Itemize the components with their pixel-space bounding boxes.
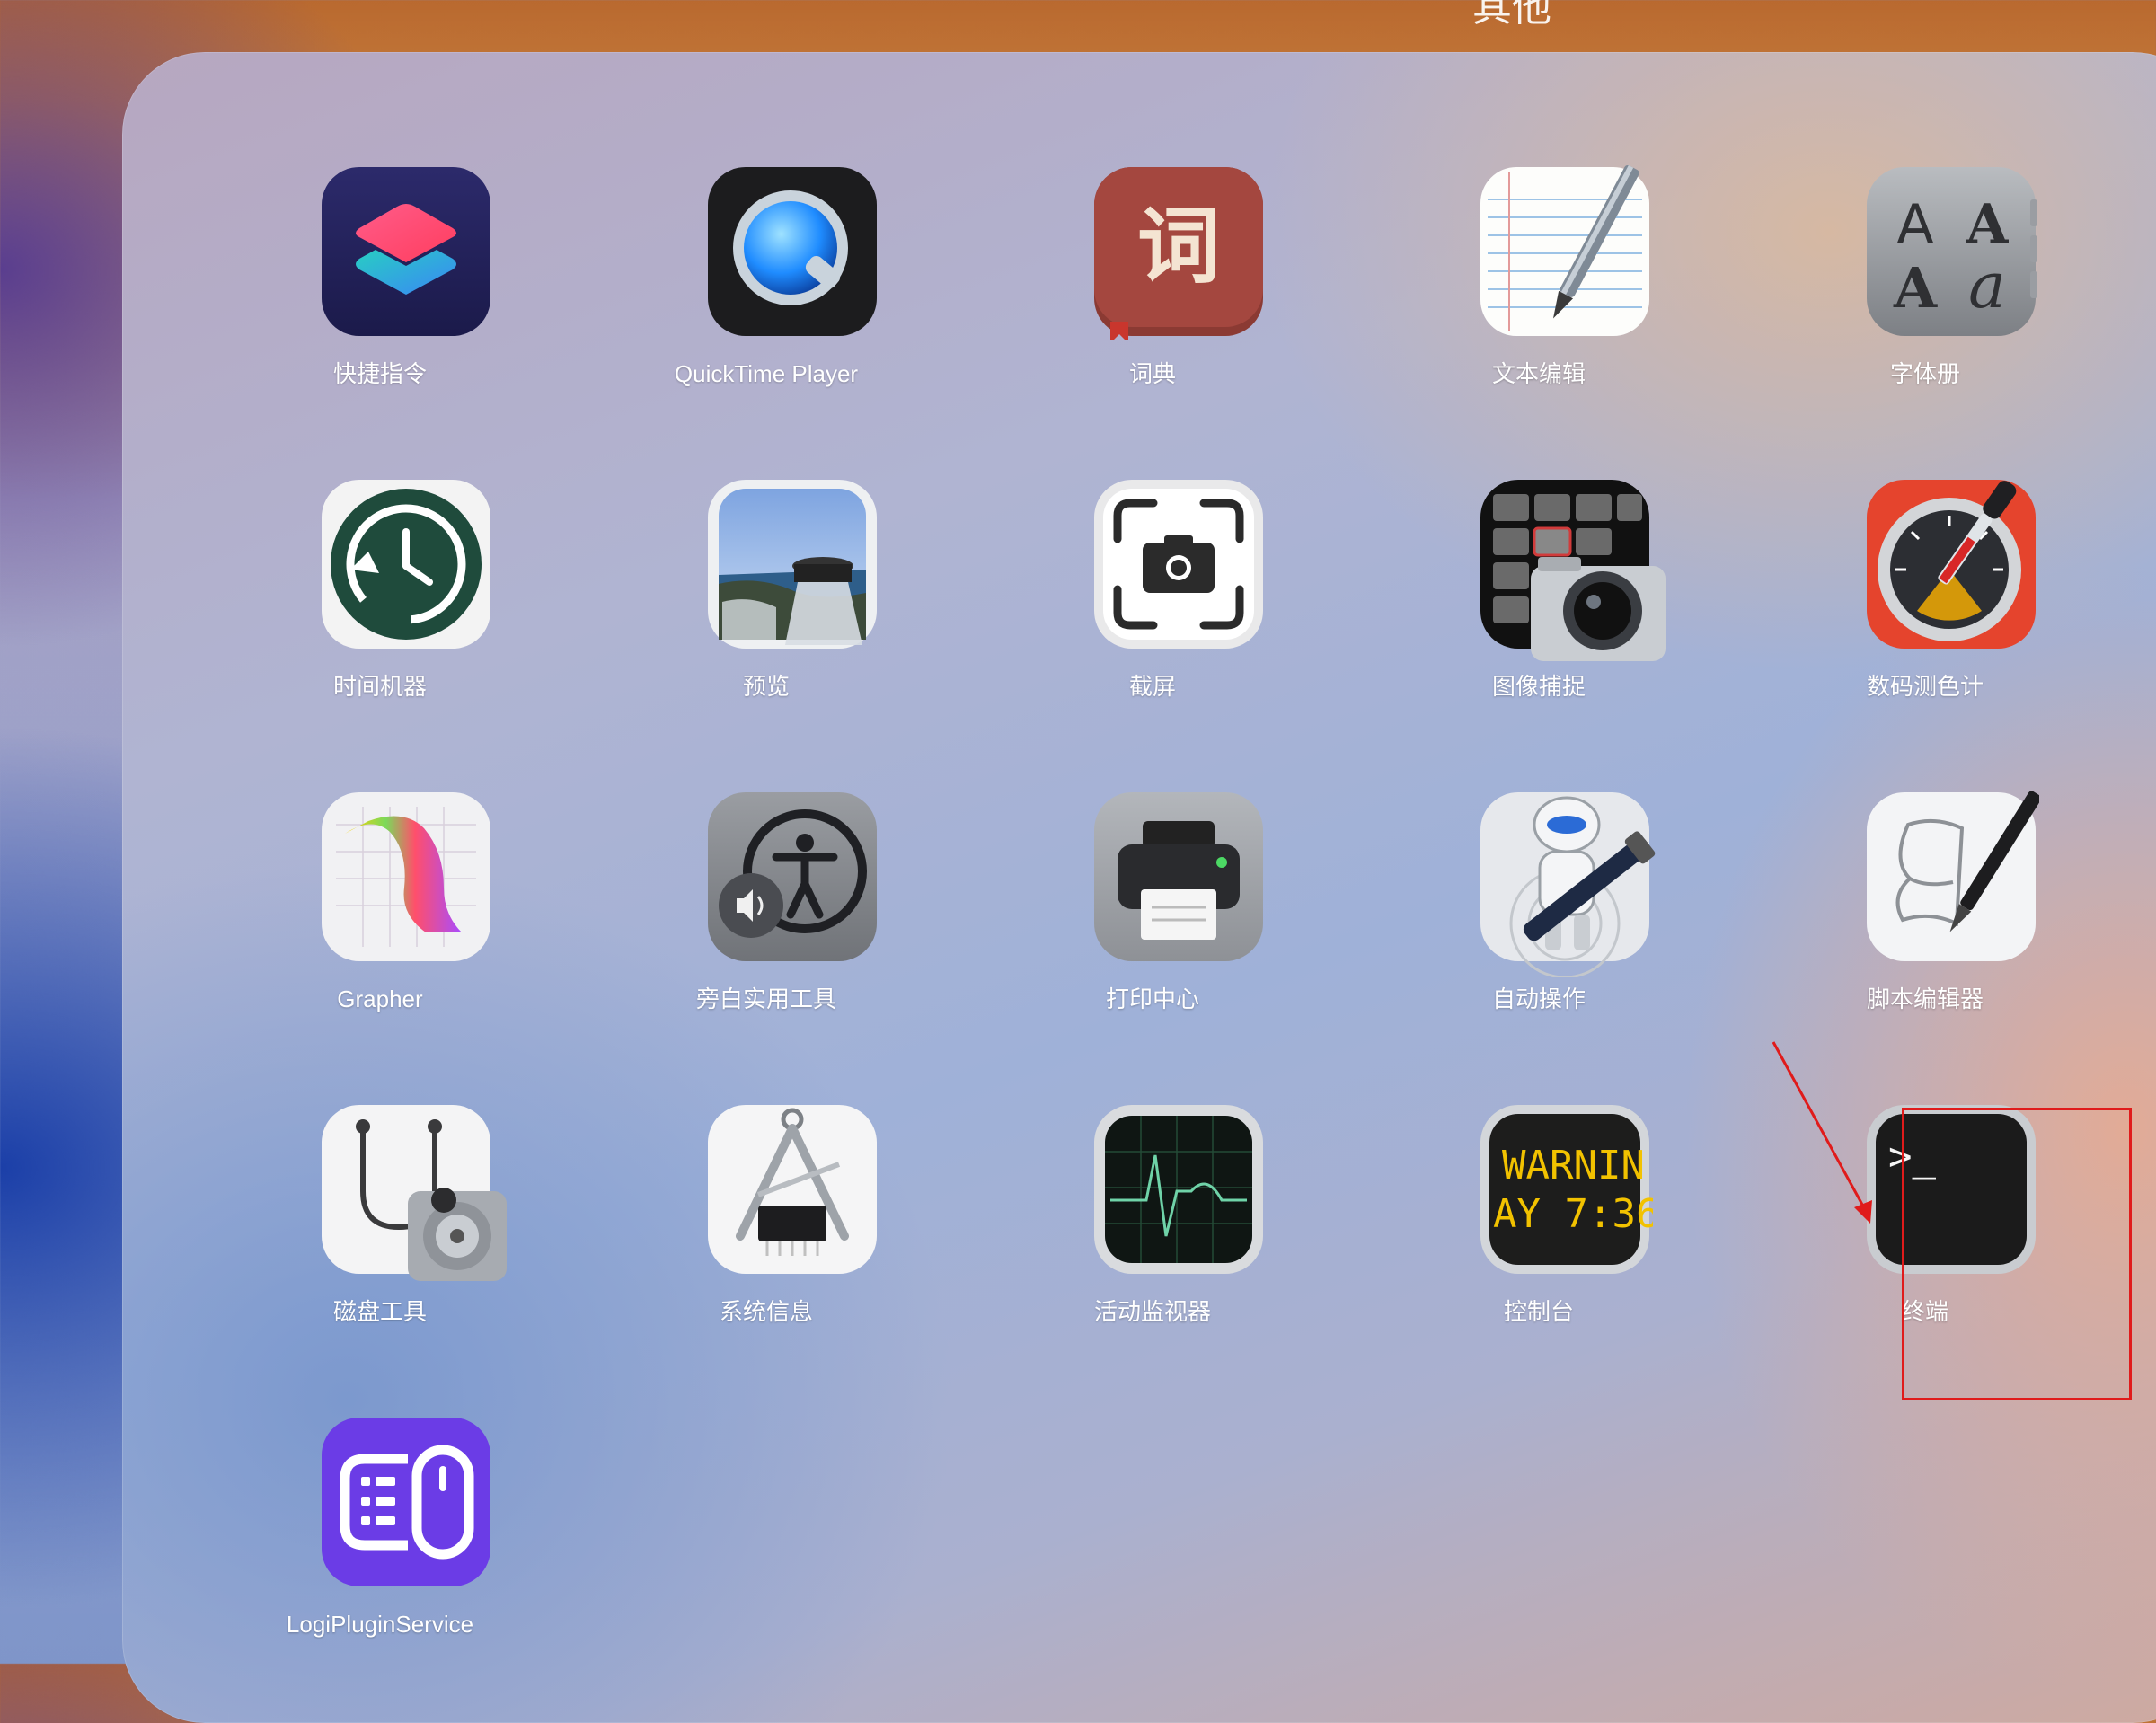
textedit-icon <box>1477 163 1653 340</box>
app-system-information[interactable]: 系统信息 <box>649 1101 883 1371</box>
color-meter-icon <box>1863 476 2039 652</box>
app-label: 控制台 <box>1503 1298 1574 1325</box>
svg-text:WARNIN: WARNIN <box>1502 1143 1645 1188</box>
app-label: QuickTime Player <box>674 360 859 387</box>
terminal-highlight-box <box>1902 1108 2132 1400</box>
svg-text:A: A <box>1893 255 1938 321</box>
console-icon: WARNIN AY 7:36 <box>1477 1101 1659 1277</box>
screenshot-icon <box>1091 476 1267 652</box>
app-activity-monitor[interactable]: 活动监视器 <box>1036 1101 1269 1371</box>
annotation-arrow-icon <box>1772 1041 1872 1224</box>
preview-icon <box>704 476 880 652</box>
app-dictionary[interactable]: 词 词典 <box>1036 163 1269 433</box>
svg-text:AY 7:36: AY 7:36 <box>1493 1191 1653 1237</box>
dictionary-icon: 词 <box>1091 163 1267 343</box>
app-label: 快捷指令 <box>332 360 427 387</box>
app-label: 字体册 <box>1889 360 1960 387</box>
app-label: 时间机器 <box>332 673 427 700</box>
voiceover-utility-icon <box>704 789 880 965</box>
system-information-icon <box>704 1101 880 1277</box>
app-label: LogiPluginService <box>286 1611 474 1638</box>
automator-icon <box>1477 789 1656 979</box>
shortcuts-icon <box>318 163 494 340</box>
app-label: 旁白实用工具 <box>695 985 836 1012</box>
svg-text:A: A <box>1966 193 2010 256</box>
app-color-meter[interactable]: 数码测色计 <box>1808 476 2042 746</box>
app-console[interactable]: WARNIN AY 7:36 控制台 <box>1422 1101 1659 1371</box>
fontbook-icon: A A A a <box>1863 163 2039 340</box>
grapher-icon <box>318 789 494 965</box>
svg-text:A: A <box>1896 193 1933 256</box>
app-label: 文本编辑 <box>1491 360 1586 387</box>
app-grapher[interactable]: Grapher <box>263 789 497 1058</box>
app-automator[interactable]: 自动操作 <box>1422 789 1656 1058</box>
app-label: 系统信息 <box>719 1298 813 1325</box>
activity-monitor-icon <box>1091 1101 1267 1277</box>
launchpad-folder: 快捷指令 QuickTime Player 词 词典 文本编辑 A A A a … <box>122 52 2156 1723</box>
image-capture-icon <box>1477 476 1666 661</box>
app-shortcuts[interactable]: 快捷指令 <box>263 163 497 433</box>
quicktime-icon <box>704 163 880 340</box>
app-preview[interactable]: 预览 <box>649 476 883 746</box>
svg-text:a: a <box>1968 249 2006 323</box>
app-textedit[interactable]: 文本编辑 <box>1422 163 1656 433</box>
script-editor-icon <box>1863 789 2042 965</box>
app-label: 数码测色计 <box>1866 673 1984 700</box>
app-quicktime[interactable]: QuickTime Player <box>649 163 883 433</box>
app-label: 打印中心 <box>1105 985 1199 1012</box>
dictionary-glyph: 词 <box>1137 198 1220 295</box>
app-label: 截屏 <box>1128 673 1176 700</box>
app-label: 脚本编辑器 <box>1866 985 1984 1012</box>
folder-title: 其他 <box>1472 0 1551 30</box>
logi-plugin-icon <box>318 1414 494 1590</box>
app-print-center[interactable]: 打印中心 <box>1036 789 1269 1058</box>
app-fontbook[interactable]: A A A a 字体册 <box>1808 163 2042 433</box>
time-machine-icon <box>318 476 494 652</box>
app-label: 活动监视器 <box>1093 1298 1211 1325</box>
app-label: 图像捕捉 <box>1491 673 1586 700</box>
disk-utility-icon <box>318 1101 507 1281</box>
app-time-machine[interactable]: 时间机器 <box>263 476 497 746</box>
app-label: 磁盘工具 <box>332 1298 427 1325</box>
app-script-editor[interactable]: 脚本编辑器 <box>1808 789 2042 1058</box>
app-label: 词典 <box>1128 360 1176 387</box>
print-center-icon <box>1091 789 1267 965</box>
app-logi-plugin-service[interactable]: LogiPluginService <box>263 1414 497 1683</box>
app-voiceover-utility[interactable]: 旁白实用工具 <box>649 789 883 1058</box>
app-image-capture[interactable]: 图像捕捉 <box>1422 476 1666 746</box>
app-label: 预览 <box>742 673 790 700</box>
app-label: Grapher <box>337 985 423 1012</box>
app-screenshot[interactable]: 截屏 <box>1036 476 1269 746</box>
app-label: 自动操作 <box>1491 985 1586 1012</box>
app-disk-utility[interactable]: 磁盘工具 <box>263 1101 507 1371</box>
